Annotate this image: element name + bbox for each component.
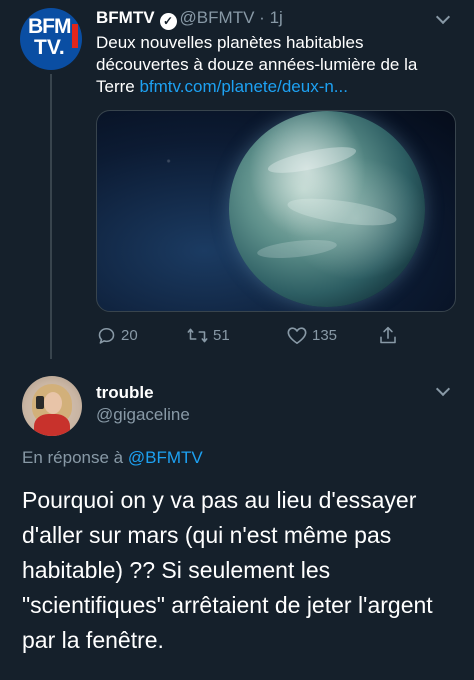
avatar-logo-accent bbox=[72, 24, 78, 48]
tweet-header: BFMTV ✓ @BFMTV · 1j bbox=[96, 8, 283, 30]
tweet-media-image[interactable] bbox=[96, 110, 456, 312]
separator-dot: · bbox=[259, 8, 265, 27]
bfmtv-avatar[interactable]: BFM TV. bbox=[20, 8, 82, 70]
reply-context: En réponse à @BFMTV bbox=[22, 448, 203, 468]
avatar-face bbox=[44, 392, 62, 414]
like-icon bbox=[287, 327, 307, 344]
avatar-dress bbox=[34, 414, 70, 436]
chevron-down-icon[interactable] bbox=[435, 9, 451, 25]
tweet-time[interactable]: 1j bbox=[270, 8, 283, 27]
chevron-down-icon[interactable] bbox=[435, 381, 451, 397]
reply-author-handle[interactable]: @gigaceline bbox=[96, 405, 190, 425]
trouble-avatar[interactable] bbox=[22, 376, 82, 436]
reply-author-name[interactable]: trouble bbox=[96, 383, 154, 403]
reply-count: 20 bbox=[121, 326, 138, 344]
tweet-text: Deux nouvelles planètes habitables décou… bbox=[96, 32, 456, 98]
reply-button[interactable]: 20 bbox=[96, 324, 138, 346]
reply-context-label: En réponse à bbox=[22, 448, 124, 467]
avatar-logo-text-1: BFM bbox=[28, 15, 71, 38]
avatar-logo-text-2: TV. bbox=[34, 36, 65, 59]
share-icon bbox=[380, 326, 396, 343]
like-count: 135 bbox=[312, 326, 338, 344]
reply-icon bbox=[98, 327, 115, 344]
thread-line bbox=[50, 74, 52, 359]
author-name[interactable]: BFMTV bbox=[96, 8, 155, 27]
verified-badge-icon: ✓ bbox=[159, 13, 177, 30]
retweet-count: 51 bbox=[213, 326, 230, 344]
reply-text: Pourquoi on y va pas au lieu d'essayer d… bbox=[22, 487, 433, 653]
like-button[interactable]: 135 bbox=[286, 324, 337, 346]
share-button[interactable] bbox=[378, 324, 398, 346]
retweet-icon bbox=[187, 328, 208, 342]
avatar-phone bbox=[36, 396, 44, 409]
retweet-button[interactable]: 51 bbox=[186, 324, 230, 346]
author-handle[interactable]: @BFMTV bbox=[180, 8, 255, 27]
reply-context-mention[interactable]: @BFMTV bbox=[128, 448, 203, 467]
tweet-link[interactable]: bfmtv.com/planete/deux-n... bbox=[139, 77, 348, 96]
